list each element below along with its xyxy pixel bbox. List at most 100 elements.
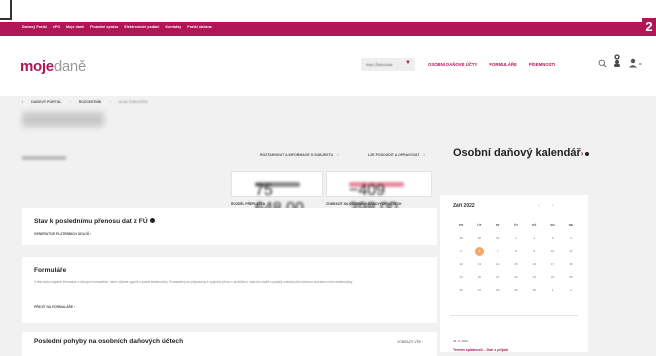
calendar-day[interactable]: 30 [525,288,543,292]
calendar-weekday: ST [495,223,500,227]
calendar-day[interactable]: 2 [562,288,580,292]
top-link[interactable]: Kontakty [166,25,182,29]
chevron-right-icon: › [423,153,425,157]
calendar-day[interactable]: 8 [507,249,525,253]
calendar-day[interactable]: 5 [452,249,470,253]
nav-documents[interactable]: PÍSEMNOSTI [529,62,556,67]
calendar-event-date: 26. 9. 2022 [453,339,469,343]
breadcrumb-item-hub[interactable]: ROZCESTNÍK [79,100,102,104]
calendar-day[interactable]: 20 [470,275,488,279]
calendar-divider [450,315,578,316]
calendar-day[interactable]: 16 [525,262,543,266]
payments-show-all[interactable]: ZOBRAZIT VŠE › [397,340,423,344]
calendar-day[interactable]: 9 [525,249,543,253]
info-icon[interactable] [585,152,590,156]
main-header: mojedaně Alan Žabouček ▼ OSOBNÍ DAŇOVÉ Ú… [0,36,656,96]
nav-forms[interactable]: FORMULÁŘE [489,62,516,67]
overpayment-caption[interactable]: ROZDĚL PŘEPLATKU [231,202,265,206]
calendar-day[interactable]: 15 [507,262,525,266]
calendar-day[interactable]: 19 [452,275,470,279]
calendar-day[interactable]: 2 [525,236,543,240]
logo-moje: moje [20,58,54,75]
payment-generator-link[interactable]: GENERÁTOR PLATEBNÍCH ÚDAJŮ › [34,232,91,236]
nav-personal-tax-accounts[interactable]: OSOBNÍ DAŇOVÉ ÚČTY [428,62,477,67]
calendar-day[interactable]: 27 [470,288,488,292]
calendar-day[interactable]: 11 [562,249,580,253]
calendar-weekday: PÁ [532,223,537,227]
chevron-right-icon: › [580,149,584,158]
top-link[interactable]: Moje daně [66,25,84,29]
calendar-day-today[interactable]: 6 [470,246,488,256]
top-link[interactable]: Portál občana [187,25,211,29]
calendar-day[interactable]: 29 [452,236,470,240]
transfer-card-title: Stav k poslednímu přenosu dat z FÚ [34,218,155,225]
calendar-weekday: NE [568,223,573,227]
calendar-day[interactable]: 18 [562,262,580,266]
calendar-day[interactable]: 4 [562,236,580,240]
page-top-margin [0,0,656,22]
calendar-day[interactable]: 31 [489,236,507,240]
forms-link[interactable]: PŘEJÍT NA FORMULÁŘE › [34,305,75,309]
top-links: Daňový Portál ePO Moje daně Finanční správa… [22,25,212,29]
page-title-redacted [22,112,104,127]
top-link[interactable]: Elektronické podání [124,25,159,29]
calendar-day[interactable]: 7 [489,249,507,253]
overpayment-box[interactable]: 75 648,00 Kč [231,171,323,235]
forms-card-title: Formuláře [34,267,67,274]
taxpayer-info-label: ROZTAHNOUT A INFORMACE O SUBJEKTU [260,153,334,157]
top-link[interactable]: ePO [53,25,60,29]
notification-icon[interactable] [612,54,622,68]
page-number: 2 [642,18,656,36]
calendar-weekday: SO [550,223,555,227]
payments-card: Poslední pohyby na osobních daňových účt… [22,332,437,356]
app-window: Daňový Portál ePO Moje daně Finanční správa… [0,0,656,356]
main-nav: OSOBNÍ DAŇOVÉ ÚČTY FORMULÁŘE PÍSEMNOSTI [428,62,555,67]
calendar-event-title[interactable]: Termín splatnosti – Daň z příjmů [453,348,508,352]
user-select[interactable]: Alan Žabouček ▼ [361,58,415,71]
user-icon[interactable] [628,58,642,68]
calendar-day[interactable]: 23 [525,275,543,279]
calendar-day[interactable]: 14 [489,262,507,266]
top-link[interactable]: Daňový Portál [22,25,47,29]
calendar-day[interactable]: 24 [543,275,561,279]
calendar-prev-icon[interactable]: ‹ [538,203,540,209]
info-icon[interactable] [149,218,155,223]
forms-card: Formuláře V této sekci najdete informace… [22,257,437,323]
calendar-next-icon[interactable]: › [552,203,554,209]
calendar-day[interactable]: 25 [562,275,580,279]
calendar-day[interactable]: 12 [452,262,470,266]
arrears-box[interactable]: −409 398,00 Kč [326,171,432,235]
search-icon[interactable] [598,59,607,68]
check-label: LZE POSOUDIT A OPRAVOVAT [368,153,420,157]
calendar-day[interactable]: 10 [543,249,561,253]
calendar-day[interactable]: 21 [489,275,507,279]
calendar-title[interactable]: Osobní daňový kalendář› [453,148,603,159]
calendar-weekday: ÚT [477,223,482,227]
transfer-card-title-text: Stav k poslednímu přenosu dat z FÚ [34,218,148,225]
calendar-day[interactable]: 30 [470,236,488,240]
calendar-day[interactable]: 28 [489,288,507,292]
top-link[interactable]: Finanční správa [90,25,118,29]
overpayment-value: 75 648,00 Kč [255,182,304,235]
arrears-caption[interactable]: ZOBRAZIT NA OSOBNÍCH DAŇOVÝCH ÚČTECH [326,202,401,206]
breadcrumb-home-icon[interactable]: ‹ [22,100,23,104]
payment-generator-label: GENERÁTOR PLATEBNÍCH ÚDAJŮ [34,232,90,236]
breadcrumb-item-current: ALAN ŽABOUČEK [118,100,148,104]
transfer-status-card: Stav k poslednímu přenosu dat z FÚ GENER… [22,208,437,245]
calendar-widget: Září 2022 ‹ › PO ÚT ST ČT PÁ SO NE 29 30 31 1 2 3 4 5 6… [440,195,588,352]
page-content: ‹ DAŇOVÝ PORTÁL › ROZCESTNÍK › ALAN ŽABO… [0,96,656,356]
logo[interactable]: mojedaně [20,58,86,75]
check-link[interactable]: LZE POSOUDIT A OPRAVOVAT › [368,153,425,157]
calendar-day[interactable]: 13 [470,262,488,266]
calendar-day[interactable]: 29 [507,288,525,292]
breadcrumb-item-portal[interactable]: DAŇOVÝ PORTÁL [31,100,61,104]
calendar-grid: PO ÚT ST ČT PÁ SO NE 29 30 31 1 2 3 4 5 6 7 8 9 10 11 12 13 14 1… [452,223,580,292]
payments-show-all-label: ZOBRAZIT VŠE [397,340,421,344]
calendar-day[interactable]: 17 [543,262,561,266]
calendar-day[interactable]: 3 [543,236,561,240]
calendar-day[interactable]: 1 [543,288,561,292]
calendar-day[interactable]: 22 [507,275,525,279]
calendar-day[interactable]: 26 [452,288,470,292]
taxpayer-info-link[interactable]: ROZTAHNOUT A INFORMACE O SUBJEKTU › [260,153,338,157]
calendar-day[interactable]: 1 [507,236,525,240]
